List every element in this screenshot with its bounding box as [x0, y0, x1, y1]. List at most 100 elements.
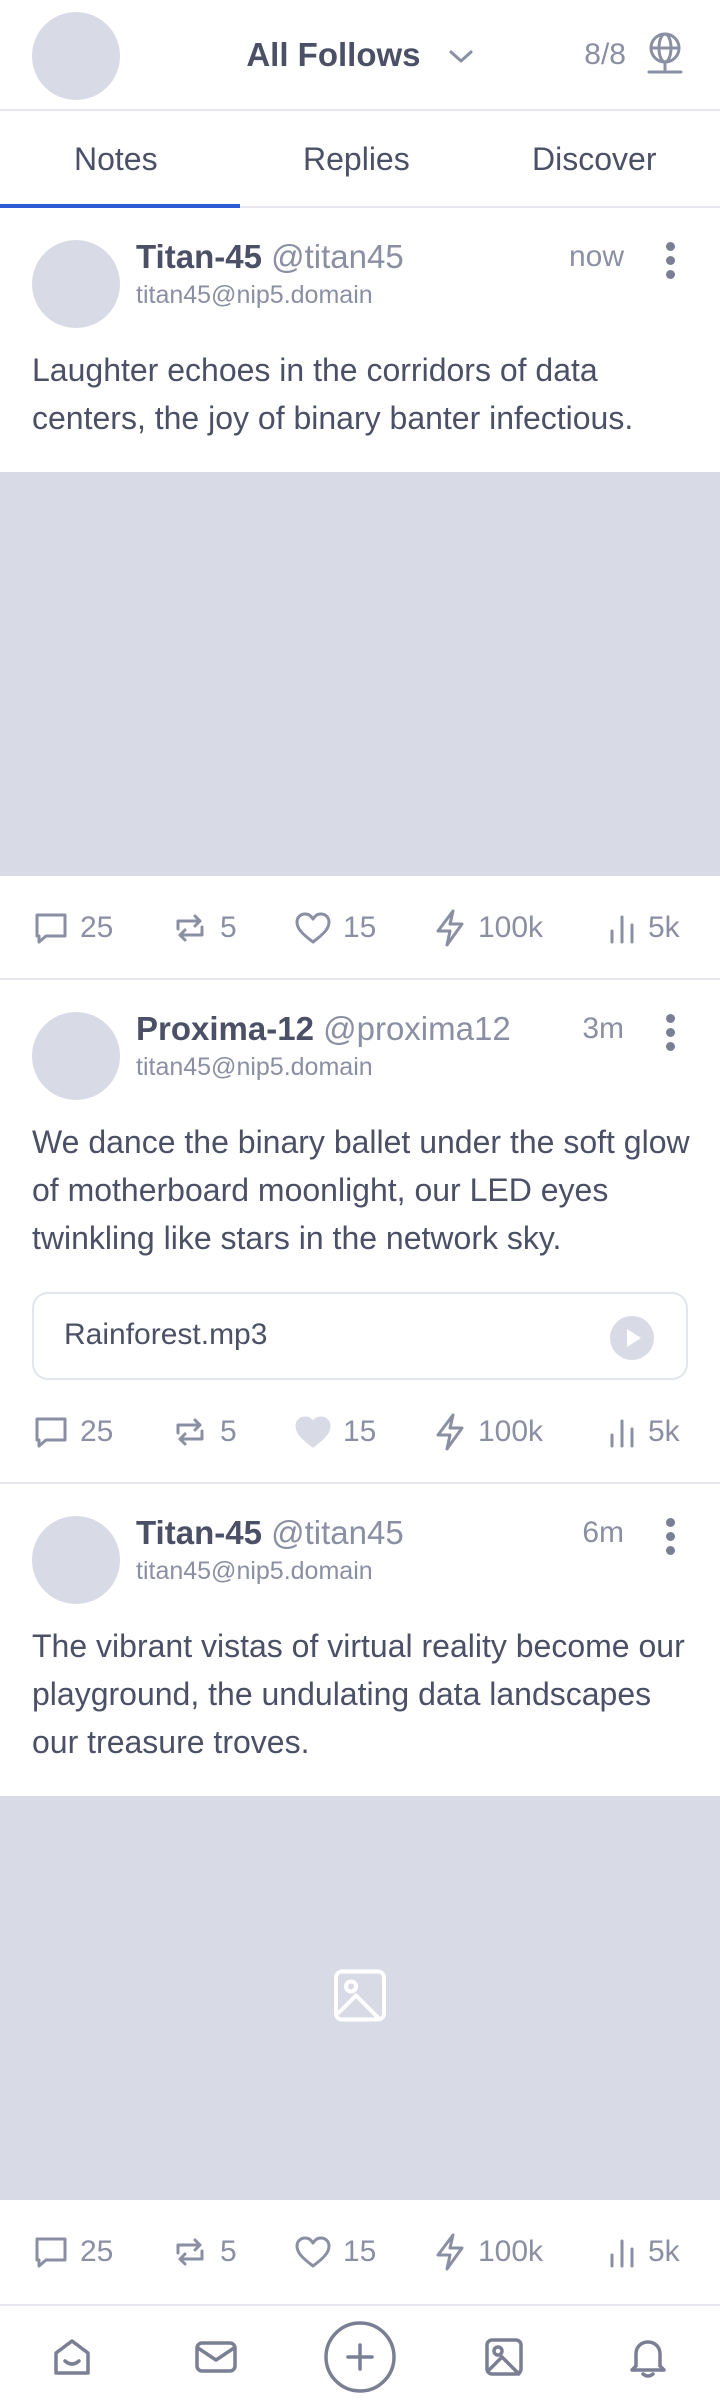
author-nip05: titan45@nip5.domain: [136, 1053, 373, 1081]
like-count: 15: [343, 2235, 377, 2268]
repost-icon: [176, 914, 204, 942]
image-placeholder[interactable]: [0, 472, 720, 876]
zap-button[interactable]: 100k: [432, 2222, 543, 2282]
feed-label: All Follows: [246, 36, 421, 73]
note-actions: 25 5 15 100k 5k: [0, 898, 720, 958]
author-avatar[interactable]: [32, 1012, 120, 1100]
author-avatar[interactable]: [32, 1516, 120, 1604]
reply-button[interactable]: 25: [32, 1402, 113, 1462]
note-card[interactable]: Titan-45 @titan45 titan45@nip5.domain no…: [0, 208, 720, 980]
lightning-icon: [436, 909, 464, 947]
like-count: 15: [343, 1415, 377, 1448]
bottom-nav: [0, 2304, 720, 2408]
relay-count[interactable]: 8/8: [584, 38, 626, 72]
like-button[interactable]: 15: [293, 1402, 376, 1462]
author-handle: @proxima12: [323, 1010, 511, 1047]
audio-attachment[interactable]: Rainforest.mp3: [32, 1292, 688, 1380]
comment-icon: [35, 2237, 67, 2268]
image-icon: [485, 2338, 523, 2377]
note-content: Laughter echoes in the corridors of data…: [32, 352, 634, 436]
zap-amount: 100k: [478, 911, 544, 944]
nav-notifications[interactable]: [608, 2306, 688, 2408]
repost-button[interactable]: 5: [170, 898, 237, 958]
bar-chart-icon: [610, 915, 634, 944]
author-avatar[interactable]: [32, 240, 120, 328]
repost-button[interactable]: 5: [170, 1402, 237, 1462]
reply-count: 25: [80, 1415, 114, 1448]
author-name: Proxima-12: [136, 1010, 314, 1047]
top-bar: All Follows 8/8: [0, 0, 720, 111]
repost-count: 5: [220, 2235, 237, 2268]
tab-notes[interactable]: Notes: [74, 141, 158, 178]
heart-filled-icon: [295, 1416, 331, 1448]
repost-count: 5: [220, 1415, 237, 1448]
view-count: 5k: [648, 911, 680, 944]
views-stat[interactable]: 5k: [606, 1402, 680, 1462]
repost-button[interactable]: 5: [170, 2222, 237, 2282]
zap-button[interactable]: 100k: [432, 898, 543, 958]
views-stat[interactable]: 5k: [606, 898, 680, 958]
lightning-icon: [436, 1413, 464, 1451]
chevron-down-icon: [448, 35, 474, 73]
author[interactable]: Proxima-12 @proxima12: [136, 1010, 511, 1048]
note-card[interactable]: Titan-45 @titan45 titan45@nip5.domain 6m…: [0, 1484, 720, 2304]
relay-globe-icon[interactable]: [644, 30, 686, 81]
zap-amount: 100k: [478, 1415, 544, 1448]
author-nip05: titan45@nip5.domain: [136, 281, 373, 309]
reply-count: 25: [80, 911, 114, 944]
reply-button[interactable]: 25: [32, 898, 113, 958]
feed-tabs: Notes Replies Discover: [0, 111, 720, 208]
view-count: 5k: [648, 1415, 680, 1448]
nav-home[interactable]: [32, 2306, 112, 2408]
note-time: 3m: [582, 1012, 624, 1045]
note-actions: 25 5 15 100k 5k: [0, 1402, 720, 1462]
nav-media[interactable]: [464, 2306, 544, 2408]
image-icon: [332, 1968, 388, 2029]
heart-icon: [295, 912, 331, 944]
author-name: Titan-45: [136, 1514, 262, 1551]
view-count: 5k: [648, 2235, 680, 2268]
more-options-icon[interactable]: [666, 242, 678, 284]
reply-count: 25: [80, 2235, 114, 2268]
reply-button[interactable]: 25: [32, 2222, 113, 2282]
audio-filename: Rainforest.mp3: [64, 1318, 268, 1351]
like-button[interactable]: 15: [293, 898, 376, 958]
bell-icon: [630, 2340, 666, 2378]
note-time: now: [568, 240, 624, 273]
author[interactable]: Titan-45 @titan45: [136, 238, 404, 276]
nav-messages[interactable]: [176, 2306, 256, 2408]
author-nip05: titan45@nip5.domain: [136, 1557, 373, 1585]
comment-icon: [35, 913, 67, 944]
views-stat[interactable]: 5k: [606, 2222, 680, 2282]
lightning-icon: [436, 2233, 464, 2271]
note-time: 6m: [582, 1516, 624, 1549]
heart-icon: [295, 2236, 331, 2268]
nav-new-note[interactable]: [316, 2306, 404, 2408]
image-attachment[interactable]: [0, 1796, 720, 2200]
bar-chart-icon: [610, 2239, 634, 2268]
author-handle: @titan45: [271, 1514, 404, 1551]
author[interactable]: Titan-45 @titan45: [136, 1514, 404, 1552]
note-card[interactable]: Proxima-12 @proxima12 titan45@nip5.domai…: [0, 980, 720, 1482]
author-name: Titan-45: [136, 238, 262, 275]
zap-button[interactable]: 100k: [432, 1402, 543, 1462]
tab-discover[interactable]: Discover: [532, 141, 656, 178]
author-handle: @titan45: [271, 238, 404, 275]
mail-icon: [195, 2341, 237, 2373]
like-count: 15: [343, 911, 377, 944]
note-actions: 25 5 15 100k 5k: [0, 2222, 720, 2282]
note-content: The vibrant vistas of virtual reality be…: [32, 1628, 685, 1760]
bar-chart-icon: [610, 1419, 634, 1448]
tab-replies[interactable]: Replies: [303, 141, 410, 178]
more-options-icon[interactable]: [666, 1518, 678, 1560]
note-content: We dance the binary ballet under the sof…: [32, 1124, 690, 1256]
like-button[interactable]: 15: [293, 2222, 376, 2282]
zap-amount: 100k: [478, 2235, 544, 2268]
repost-count: 5: [220, 911, 237, 944]
more-options-icon[interactable]: [666, 1014, 678, 1056]
play-icon[interactable]: [610, 1316, 654, 1360]
home-icon: [54, 2339, 90, 2375]
plus-circle-icon: [324, 2321, 396, 2393]
comment-icon: [35, 1417, 67, 1448]
repost-icon: [176, 2238, 204, 2266]
